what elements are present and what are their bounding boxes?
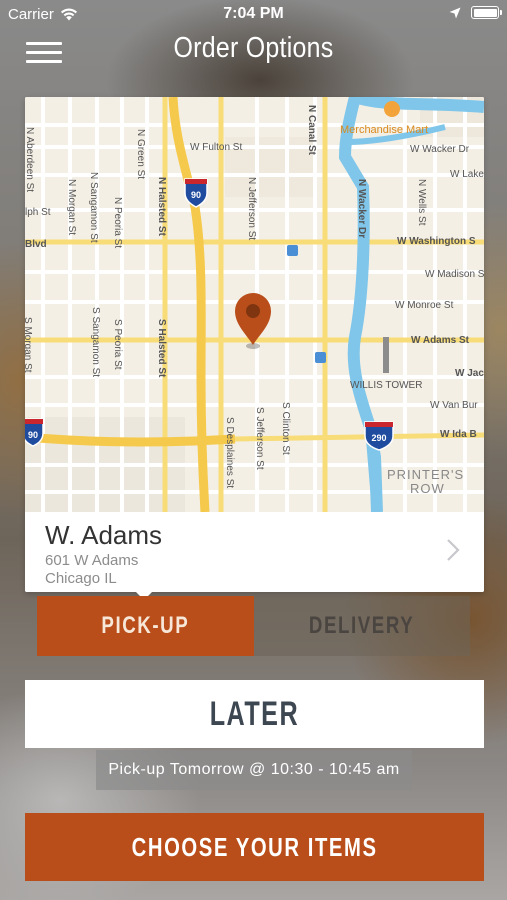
svg-text:W Madison S: W Madison S	[425, 269, 484, 280]
svg-text:W Ida B: W Ida B	[440, 429, 477, 440]
svg-text:W Monroe St: W Monroe St	[395, 300, 454, 311]
svg-text:W Van Bur: W Van Bur	[430, 400, 478, 411]
svg-text:W Adams St: W Adams St	[411, 335, 470, 346]
svg-text:N Halsted St: N Halsted St	[156, 177, 167, 237]
svg-text:N Canal St: N Canal St	[306, 105, 317, 156]
status-right	[449, 6, 502, 19]
svg-text:W Lake S: W Lake S	[450, 169, 484, 180]
pickup-time-badge: Pick-up Tomorrow @ 10:30 - 10:45 am	[96, 750, 412, 790]
interstate-90-left-shield: 90	[25, 418, 44, 447]
delivery-tab-label: DELIVERY	[309, 612, 415, 639]
transit-icon	[315, 352, 326, 363]
location-arrow-icon	[449, 7, 461, 18]
svg-text:PRINTER'S: PRINTER'S	[387, 467, 464, 482]
svg-text:N Jefferson St: N Jefferson St	[246, 177, 257, 240]
svg-text:S Clinton St: S Clinton St	[280, 402, 291, 455]
location-card: 90 290 90 Merchandise Mart W Wacker Dr W…	[25, 97, 484, 592]
svg-text:S Desplaines St: S Desplaines St	[224, 417, 235, 488]
page-title: Order Options	[173, 32, 334, 64]
transit-icon	[287, 245, 298, 256]
choose-items-button-label: CHOOSE YOUR ITEMS	[131, 831, 378, 862]
svg-text:S Jefferson St: S Jefferson St	[254, 407, 265, 470]
svg-text:S Peoria St: S Peoria St	[112, 319, 123, 370]
svg-text:N Morgan St: N Morgan St	[66, 179, 77, 235]
svg-text:N Wacker Dr: N Wacker Dr	[356, 179, 367, 238]
svg-text:WILLIS TOWER: WILLIS TOWER	[350, 380, 422, 391]
svg-text:Blvd: Blvd	[25, 239, 47, 250]
later-button[interactable]: LATER	[25, 680, 484, 748]
svg-text:90: 90	[191, 190, 201, 200]
pickup-tab[interactable]: PICK-UP	[37, 596, 254, 656]
svg-text:N Aberdeen St: N Aberdeen St	[25, 127, 35, 192]
delivery-tab[interactable]: DELIVERY	[254, 596, 470, 656]
location-row[interactable]: W. Adams 601 W Adams Chicago IL	[25, 512, 484, 592]
svg-text:lph St: lph St	[25, 207, 51, 218]
later-button-label: LATER	[209, 694, 300, 733]
svg-text:N Wells St: N Wells St	[416, 179, 427, 226]
svg-text:90: 90	[28, 430, 38, 440]
svg-text:S Sangamon St: S Sangamon St	[90, 307, 101, 377]
svg-text:S Halsted St: S Halsted St	[156, 319, 167, 378]
interstate-290-shield: 290	[364, 421, 394, 451]
svg-text:N Sangamon St: N Sangamon St	[88, 172, 99, 243]
svg-text:Merchandise Mart: Merchandise Mart	[340, 124, 428, 136]
location-address-line1: 601 W Adams	[45, 552, 139, 569]
battery-icon	[471, 6, 502, 19]
pickup-time-text: Pick-up Tomorrow @ 10:30 - 10:45 am	[108, 761, 400, 778]
nav-bar: Order Options	[0, 28, 507, 72]
location-name: W. Adams	[45, 520, 163, 550]
svg-text:W Fulton St: W Fulton St	[190, 142, 242, 153]
status-time: 7:04 PM	[223, 5, 284, 22]
svg-text:W Jac: W Jac	[455, 368, 484, 379]
chevron-right-icon	[447, 539, 460, 561]
status-bar: Carrier 7:04 PM	[0, 0, 507, 28]
map-view[interactable]: 90 290 90 Merchandise Mart W Wacker Dr W…	[25, 97, 484, 512]
willis-tower-icon	[383, 337, 389, 373]
svg-text:W Washington S: W Washington S	[397, 236, 476, 247]
svg-text:W Wacker Dr: W Wacker Dr	[410, 144, 470, 155]
svg-text:ROW: ROW	[410, 481, 445, 496]
pickup-tab-label: PICK-UP	[101, 612, 190, 639]
svg-text:290: 290	[371, 433, 386, 443]
location-address-line2: Chicago IL	[45, 570, 117, 587]
svg-text:N Peoria St: N Peoria St	[112, 197, 123, 248]
svg-text:S Morgan St: S Morgan St	[25, 317, 33, 373]
choose-items-button[interactable]: CHOOSE YOUR ITEMS	[25, 813, 484, 881]
landmark-icon	[384, 101, 400, 117]
svg-text:N Green St: N Green St	[135, 129, 146, 179]
